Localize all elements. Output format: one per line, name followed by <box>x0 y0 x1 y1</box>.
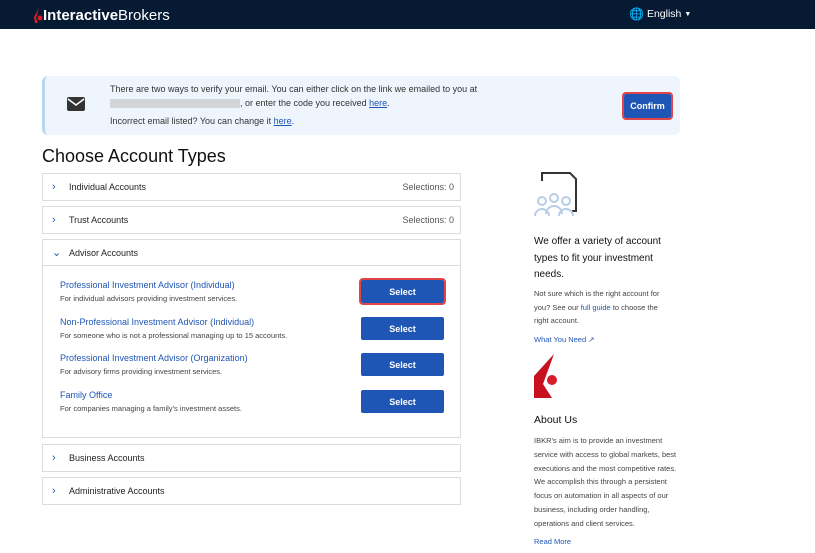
select-button[interactable]: Select <box>361 353 444 376</box>
chevron-right-icon: › <box>52 181 56 193</box>
banner-text-line1: There are two ways to verify your email.… <box>110 84 478 94</box>
what-you-need-link[interactable]: What You Need ↗ <box>534 333 595 347</box>
top-header: Interactive Brokers 🌐 English ▼ <box>0 0 815 29</box>
language-label: English <box>646 8 682 20</box>
accordion-individual[interactable]: › Individual Accounts Selections: 0 <box>42 173 461 201</box>
selections-count: Selections: 0 <box>402 215 454 225</box>
chevron-right-icon: › <box>52 214 56 226</box>
about-us-heading: About Us <box>534 414 578 426</box>
chevron-down-icon: ⌄ <box>52 247 62 259</box>
chevron-right-icon: › <box>52 485 56 497</box>
option-desc: For someone who is not a professional ma… <box>60 331 288 340</box>
option-desc: For companies managing a family's invest… <box>60 404 242 413</box>
account-option: Family Office For companies managing a fa… <box>60 390 242 413</box>
page-title: Choose Account Types <box>42 146 226 166</box>
envelope-icon <box>67 97 85 111</box>
chevron-right-icon: › <box>52 452 56 464</box>
accordion-administrative[interactable]: › Administrative Accounts <box>42 477 461 505</box>
selections-count: Selections: 0 <box>402 182 454 192</box>
ib-logo-mark-icon <box>534 354 557 398</box>
read-more-link[interactable]: Read More <box>534 535 571 549</box>
option-name[interactable]: Family Office <box>60 390 242 400</box>
accordion-business[interactable]: › Business Accounts <box>42 444 461 472</box>
account-option: Professional Investment Advisor (Individ… <box>60 280 237 303</box>
option-desc: For individual advisors providing invest… <box>60 294 238 303</box>
confirm-button[interactable]: Confirm <box>622 92 673 120</box>
about-us-text: IBKR's aim is to provide an investment s… <box>534 436 677 528</box>
what-you-need-label: What You Need <box>534 335 587 344</box>
redacted-email <box>110 99 240 109</box>
banner-text-line2: , or enter the code you received <box>240 98 370 108</box>
verify-email-banner: There are two ways to verify your email.… <box>42 76 680 135</box>
accordion-label: Advisor Accounts <box>69 247 139 258</box>
select-button[interactable]: Select <box>359 278 446 305</box>
account-option: Professional Investment Advisor (Organiz… <box>60 353 248 376</box>
option-desc: For advisory firms providing investment … <box>60 367 223 376</box>
change-email-link[interactable]: here <box>274 116 292 126</box>
accordion-advisor-header[interactable]: ⌄ Advisor Accounts <box>43 240 460 266</box>
globe-icon: 🌐 <box>629 7 644 21</box>
accordion-label: Administrative Accounts <box>69 486 165 496</box>
accordion-label: Trust Accounts <box>69 215 129 225</box>
account-types-icon <box>534 172 577 217</box>
option-name[interactable]: Professional Investment Advisor (Organiz… <box>60 353 248 363</box>
banner-text-line3: Incorrect email listed? You can change i… <box>110 116 274 126</box>
option-name[interactable]: Professional Investment Advisor (Individ… <box>60 280 237 290</box>
accordion-label: Individual Accounts <box>69 182 147 192</box>
ib-logo-icon <box>34 7 43 23</box>
logo[interactable]: Interactive Brokers <box>33 7 170 24</box>
accordion-advisor: ⌄ Advisor Accounts Professional Investmen… <box>42 239 461 438</box>
accordion-trust[interactable]: › Trust Accounts Selections: 0 <box>42 206 461 234</box>
select-button[interactable]: Select <box>361 390 444 413</box>
select-button[interactable]: Select <box>361 317 444 340</box>
side-heading: We offer a variety of account types to f… <box>534 236 661 280</box>
option-name[interactable]: Non-Professional Investment Advisor (Ind… <box>60 317 287 327</box>
language-selector[interactable]: 🌐 English ▼ <box>629 7 691 21</box>
enter-code-link[interactable]: here <box>369 98 387 108</box>
full-guide-link[interactable]: full guide <box>581 303 611 312</box>
accordion-label: Business Accounts <box>69 453 145 463</box>
external-link-icon: ↗ <box>588 335 595 344</box>
caret-down-icon: ▼ <box>684 10 692 18</box>
logo-text: Interactive <box>43 7 119 24</box>
logo-text-2: Brokers <box>118 7 170 24</box>
account-option: Non-Professional Investment Advisor (Ind… <box>60 317 287 340</box>
